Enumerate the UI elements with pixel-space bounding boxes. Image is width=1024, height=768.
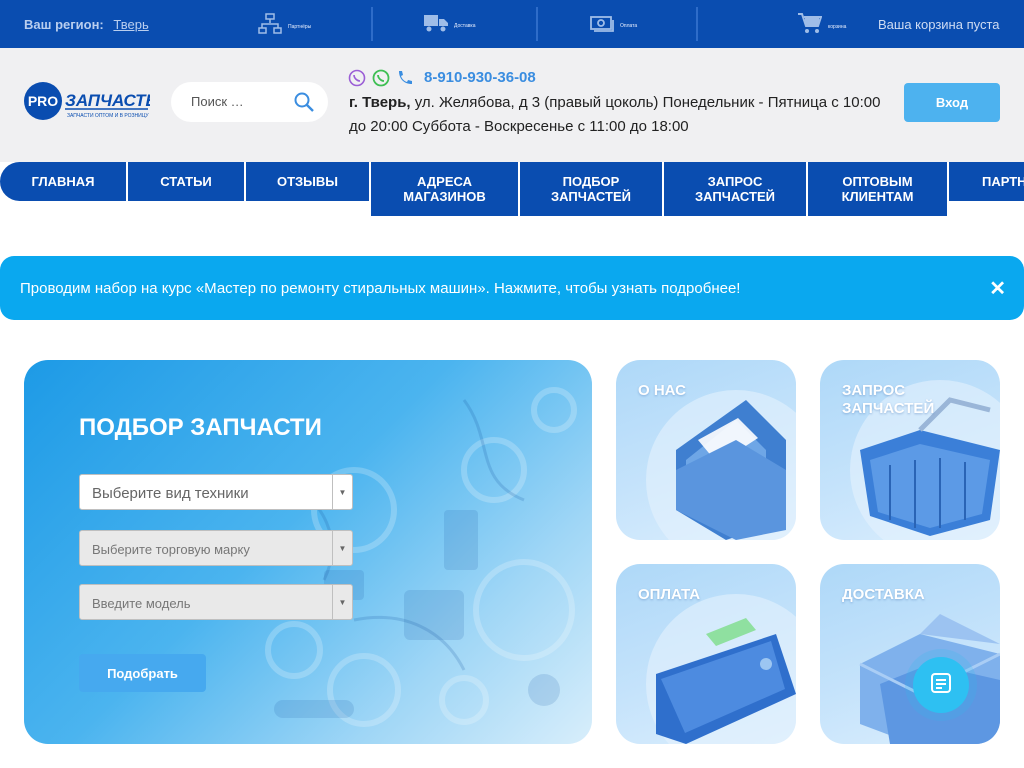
site-logo[interactable]: PRO ЗАПЧАСТЬ ЗАПЧАСТИ ОПТОМ И В РОЗНИЦУ [24,82,158,122]
nav-partners[interactable]: ПАРТН [949,162,1024,201]
tile-payment[interactable]: ОПЛАТА [616,564,796,744]
divider [371,7,373,41]
phone-number[interactable]: 8-910-930-36-08 [424,69,536,86]
viber-icon[interactable] [348,69,366,92]
select-value: Введите модель [92,596,191,611]
nav-parts-request[interactable]: ЗАПРОС ЗАПЧАСТЕЙ [664,162,806,216]
tile-about[interactable]: О НАС [616,360,796,540]
delivery-link[interactable]: Доставка [424,13,475,38]
cart-icon [798,13,823,40]
phone-icon [396,69,414,92]
chevron-down-icon[interactable]: ▼ [332,531,352,565]
network-icon [258,13,282,40]
main-nav: ГЛАВНАЯ СТАТЬИ ОТЗЫВЫ АДРЕСА МАГАЗИНОВ П… [0,162,1024,216]
close-icon[interactable]: ✕ [989,276,1006,301]
top-bar: Ваш регион: Тверь Партнёры Доставка Опла… [0,0,1024,48]
chat-icon [929,671,953,700]
chevron-down-icon[interactable]: ▼ [332,585,352,619]
select-value: Выберите торговую марку [92,542,250,557]
find-button[interactable]: Подобрать [79,654,206,692]
city: г. Тверь, [349,94,411,111]
logo-tagline: ЗАПЧАСТИ ОПТОМ И В РОЗНИЦУ [67,113,149,119]
finder-title: ПОДБОР ЗАПЧАСТИ [79,414,322,441]
region-selector: Ваш регион: Тверь [24,17,149,32]
nav-store-addresses[interactable]: АДРЕСА МАГАЗИНОВ [371,162,518,216]
nav-home[interactable]: ГЛАВНАЯ [0,162,126,201]
contact-icons [348,69,414,92]
divider [696,7,698,41]
address-text: ул. Желябова, д 3 (правый цоколь) Понеде… [349,94,881,135]
tile-title: О НАС [638,382,686,399]
nav-reviews[interactable]: ОТЗЫВЫ [246,162,369,201]
region-label: Ваш регион: [24,17,104,32]
chevron-down-icon[interactable]: ▼ [332,475,352,509]
nav-parts-selection[interactable]: ПОДБОР ЗАПЧАСТЕЙ [520,162,662,216]
login-button[interactable]: Вход [904,83,1000,122]
equipment-type-select[interactable]: Выберите вид техники ▼ [79,474,353,510]
header: PRO ЗАПЧАСТЬ ЗАПЧАСТИ ОПТОМ И В РОЗНИЦУ … [0,48,1024,162]
logo-pro: PRO [28,93,58,109]
partners-label: Партнёры [288,23,312,30]
banner-text[interactable]: Проводим набор на курс «Мастер по ремонт… [20,280,740,297]
money-icon [590,13,614,38]
brand-select[interactable]: Выберите торговую марку ▼ [79,530,353,566]
payment-link[interactable]: Оплата [590,13,637,38]
cart-label: корзина [828,23,847,30]
nav-wholesale[interactable]: ОПТОВЫМ КЛИЕНТАМ [808,162,947,216]
search-input[interactable]: Поиск … [191,94,244,109]
model-select[interactable]: Введите модель ▼ [79,584,353,620]
truck-icon [424,13,448,38]
tile-title: ОПЛАТА [638,586,701,603]
tile-delivery[interactable]: ДОСТАВКА [820,564,1000,744]
divider [536,7,538,41]
store-address: г. Тверь, ул. Желябова, д 3 (правый цоко… [349,91,889,139]
search-box[interactable]: Поиск … [171,82,328,122]
tile-parts-request[interactable]: ЗАПРОС ЗАПЧАСТЕЙ [820,360,1000,540]
tile-title: ЗАПРОС ЗАПЧАСТЕЙ [842,382,935,417]
region-link[interactable]: Тверь [113,17,148,32]
logo-name: ЗАПЧАСТЬ [65,91,150,110]
search-icon[interactable] [294,92,314,117]
cart-status[interactable]: Ваша корзина пуста [878,17,1000,32]
parts-finder: ПОДБОР ЗАПЧАСТИ Выберите вид техники ▼ В… [24,360,592,744]
tile-title: ДОСТАВКА [842,586,925,603]
nav-articles[interactable]: СТАТЬИ [128,162,244,201]
select-value: Выберите вид техники [92,485,249,502]
course-banner[interactable]: Проводим набор на курс «Мастер по ремонт… [0,256,1024,320]
whatsapp-icon[interactable] [372,69,390,92]
partners-link[interactable]: Партнёры [258,13,311,40]
chat-button[interactable] [913,657,969,713]
cart-link[interactable]: корзина [798,13,846,40]
delivery-label: Доставка [454,22,476,29]
payment-label: Оплата [620,22,638,29]
